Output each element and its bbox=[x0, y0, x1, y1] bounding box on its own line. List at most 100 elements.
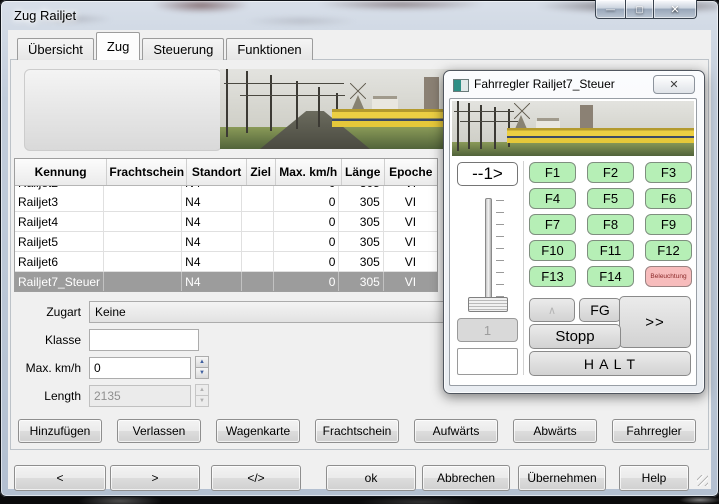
f8-button[interactable]: F8 bbox=[587, 214, 634, 235]
table-row-selected[interactable]: Railjet7_Steuer N4 0 305 VI bbox=[15, 272, 437, 291]
spin-down-icon[interactable]: ▼ bbox=[195, 367, 209, 379]
cell-ziel bbox=[242, 272, 274, 291]
tab-uebersicht[interactable]: Übersicht bbox=[17, 38, 94, 60]
col-laenge[interactable]: Länge bbox=[342, 159, 385, 185]
photo-mast bbox=[468, 103, 470, 149]
col-max-kmh[interactable]: Max. km/h bbox=[276, 159, 342, 185]
halt-button[interactable]: H A L T bbox=[529, 351, 691, 376]
beleuchtung-button[interactable]: Beleuchtung bbox=[645, 266, 692, 287]
speed-step-box: 1 bbox=[457, 318, 518, 342]
abbrechen-button[interactable]: Abbrechen bbox=[422, 465, 510, 491]
resize-grip[interactable] bbox=[697, 475, 708, 486]
next-button[interactable]: >> bbox=[619, 296, 691, 348]
tab-funktionen[interactable]: Funktionen bbox=[226, 38, 312, 60]
f7-button[interactable]: F7 bbox=[529, 214, 576, 235]
f5-button[interactable]: F5 bbox=[587, 188, 634, 209]
table-row[interactable]: Railjet4 N4 0 305 VI bbox=[15, 212, 437, 232]
klasse-input[interactable] bbox=[89, 329, 199, 351]
cell-max-kmh: 0 bbox=[274, 192, 340, 211]
stopp-button[interactable]: Stopp bbox=[529, 324, 621, 349]
f6-button[interactable]: F6 bbox=[645, 188, 692, 209]
fahrregler-titlebar[interactable]: Fahrregler Railjet7_Steuer ✕ bbox=[444, 71, 704, 97]
cell-max-kmh: 0 bbox=[274, 212, 340, 231]
cell-kennung: Railjet6 bbox=[15, 252, 104, 271]
speed-slider-track[interactable] bbox=[485, 198, 492, 300]
f10-button[interactable]: F10 bbox=[529, 240, 576, 261]
table-row[interactable]: Railjet3 N4 0 305 VI bbox=[15, 192, 437, 212]
length-label: Length bbox=[11, 389, 81, 403]
speed-slider-thumb[interactable] bbox=[468, 297, 508, 312]
table-row[interactable]: Railjet6 N4 0 305 VI bbox=[15, 252, 437, 272]
abwaerts-button[interactable]: Abwärts bbox=[513, 419, 597, 443]
empty-image-placeholder bbox=[24, 69, 222, 151]
divider bbox=[523, 161, 524, 375]
close-button[interactable]: ✕ bbox=[653, 0, 697, 19]
f13-button[interactable]: F13 bbox=[529, 266, 576, 287]
col-frachtschein[interactable]: Frachtschein bbox=[107, 159, 187, 185]
speed-entry-box[interactable] bbox=[457, 348, 518, 375]
max-kmh-input[interactable] bbox=[89, 357, 191, 379]
f11-button[interactable]: F11 bbox=[587, 240, 634, 261]
minimize-button[interactable]: — bbox=[595, 0, 626, 19]
f3-button[interactable]: F3 bbox=[645, 162, 692, 183]
cell-ziel bbox=[242, 192, 274, 211]
cell-max-kmh: 0 bbox=[274, 232, 340, 251]
zugart-combobox[interactable]: Keine bbox=[89, 301, 448, 323]
col-standort[interactable]: Standort bbox=[187, 159, 246, 185]
verlassen-button[interactable]: Verlassen bbox=[117, 419, 201, 443]
cell-standort: N4 bbox=[182, 192, 242, 211]
cell-laenge: 305 bbox=[339, 232, 383, 251]
fahrregler-close-button[interactable]: ✕ bbox=[653, 75, 695, 94]
cell-epoche: VI bbox=[384, 252, 437, 271]
ok-button[interactable]: ok bbox=[326, 465, 416, 491]
table-row[interactable]: Railjet5 N4 0 305 VI bbox=[15, 232, 437, 252]
tab-zug[interactable]: Zug bbox=[96, 32, 140, 60]
spin-down-icon: ▼ bbox=[195, 395, 209, 407]
uebernehmen-button[interactable]: Übernehmen bbox=[518, 465, 606, 491]
cell-kennung: Railjet5 bbox=[15, 232, 104, 251]
photo-windmill bbox=[515, 115, 527, 129]
f1-button[interactable]: F1 bbox=[529, 162, 576, 183]
hinzufuegen-button[interactable]: Hinzufügen bbox=[18, 419, 102, 443]
fahrregler-banner-photo bbox=[452, 101, 694, 156]
f4-button[interactable]: F4 bbox=[529, 188, 576, 209]
cell-epoche: VI bbox=[384, 192, 437, 211]
forward-button[interactable]: > bbox=[110, 465, 200, 491]
cell-laenge: 305 bbox=[339, 252, 383, 271]
klasse-label: Klasse bbox=[11, 333, 81, 347]
photo-catenary-beam bbox=[460, 121, 518, 122]
code-button[interactable]: </> bbox=[211, 465, 301, 491]
f12-button[interactable]: F12 bbox=[645, 240, 692, 261]
back-button[interactable]: < bbox=[14, 465, 106, 491]
help-button[interactable]: Help bbox=[619, 465, 689, 491]
fahrregler-title: Fahrregler Railjet7_Steuer bbox=[474, 77, 615, 91]
direction-speed-display[interactable]: --1> bbox=[457, 162, 518, 186]
col-ziel[interactable]: Ziel bbox=[247, 159, 276, 185]
max-kmh-spinner[interactable]: ▲ ▼ bbox=[195, 357, 209, 379]
col-kennung[interactable]: Kennung bbox=[15, 159, 107, 185]
photo-mast bbox=[246, 71, 248, 133]
f9-button[interactable]: F9 bbox=[645, 214, 692, 235]
cell-ziel bbox=[242, 252, 274, 271]
aufwaerts-button[interactable]: Aufwärts bbox=[414, 419, 498, 443]
photo-mast bbox=[296, 81, 298, 129]
fg-button[interactable]: FG bbox=[579, 298, 621, 322]
maximize-icon: ▢ bbox=[635, 4, 644, 15]
frachtschein-button[interactable]: Frachtschein bbox=[315, 419, 399, 443]
cell-laenge: 305 bbox=[339, 272, 383, 291]
col-epoche[interactable]: Epoche bbox=[385, 159, 438, 185]
f2-button[interactable]: F2 bbox=[587, 162, 634, 183]
caption-buttons: — ▢ ✕ bbox=[596, 0, 697, 19]
wagenkarte-button[interactable]: Wagenkarte bbox=[216, 419, 300, 443]
fahrregler-button[interactable]: Fahrregler bbox=[612, 419, 696, 443]
speed-slider-ticks bbox=[496, 200, 504, 297]
f14-button[interactable]: F14 bbox=[587, 266, 634, 287]
tab-steuerung[interactable]: Steuerung bbox=[142, 38, 224, 60]
cell-standort: N4 bbox=[182, 212, 242, 231]
photo-catenary-beam bbox=[240, 95, 345, 96]
tab-bar: Übersicht Zug Steuerung Funktionen bbox=[17, 32, 315, 60]
cell-max-kmh: 0 bbox=[274, 252, 340, 271]
maximize-button[interactable]: ▢ bbox=[625, 0, 654, 19]
cell-laenge: 305 bbox=[339, 212, 383, 231]
cell-frachtschein bbox=[104, 272, 182, 291]
